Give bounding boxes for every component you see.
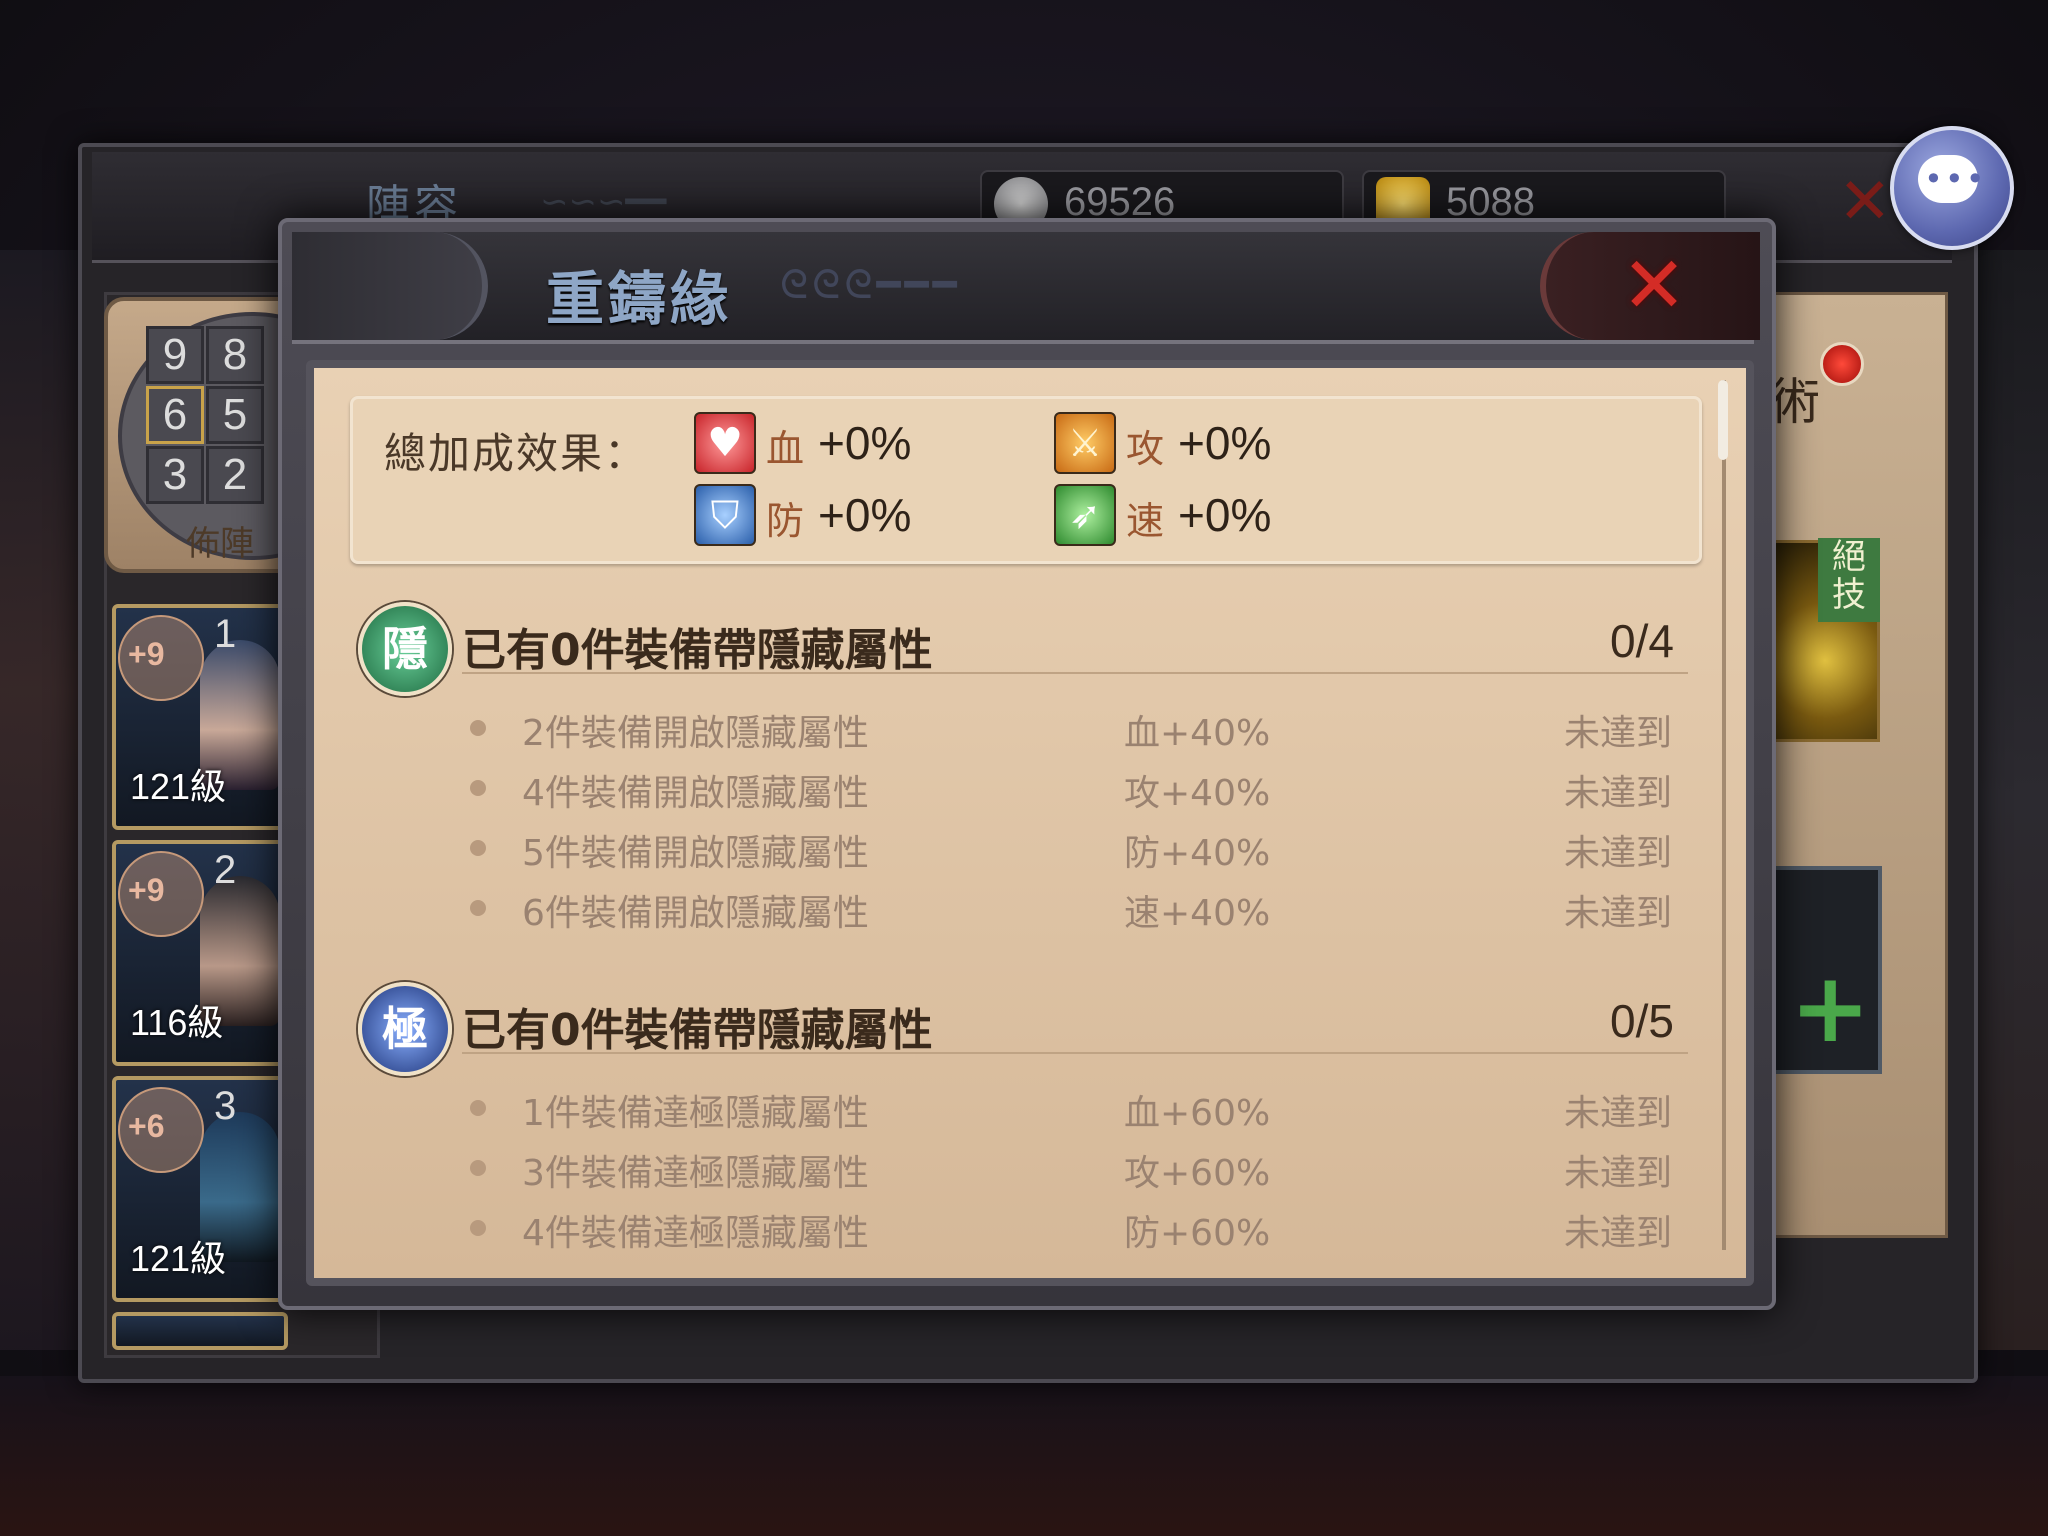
row-bonus: 防+60% bbox=[1124, 1213, 1271, 1254]
extreme-badge-icon: 極 bbox=[358, 982, 452, 1076]
row-desc: 5件裝備開啟隱藏屬性 bbox=[522, 833, 869, 874]
hero-level: 121級 bbox=[130, 1238, 227, 1279]
row-bonus: 防+40% bbox=[1124, 833, 1271, 874]
row-status: 未達到 bbox=[1564, 713, 1673, 754]
formation-cell: 8 bbox=[206, 326, 264, 384]
badge-text: 極 bbox=[382, 1002, 428, 1056]
boot-icon: ➶ bbox=[1054, 484, 1116, 546]
hero-plus: +9 bbox=[128, 636, 165, 672]
cloud-ornament: ᘓᘓᘓ━━━ bbox=[780, 262, 961, 308]
row-status: 未達到 bbox=[1564, 1213, 1673, 1254]
hero-plus: +6 bbox=[128, 1108, 165, 1144]
row-desc: 1件裝備達極隱藏屬性 bbox=[522, 1093, 869, 1134]
stat-value: +0% bbox=[818, 489, 912, 541]
row-status: 未達到 bbox=[1564, 893, 1673, 934]
hero-slot-number: 1 bbox=[214, 612, 237, 656]
formation-cell: 2 bbox=[206, 446, 264, 504]
section-title: 已有0件裝備帶隱藏屬性 bbox=[462, 1005, 933, 1056]
bullet-icon bbox=[470, 1160, 486, 1176]
notification-dot bbox=[1820, 342, 1864, 386]
row-status: 未達到 bbox=[1564, 773, 1673, 814]
formation-label: 佈陣 bbox=[186, 524, 254, 564]
heart-icon: ♥ bbox=[694, 412, 756, 474]
row-desc: 3件裝備達極隱藏屬性 bbox=[522, 1153, 869, 1194]
bullet-icon bbox=[470, 900, 486, 916]
section-count: 0/5 bbox=[1610, 995, 1674, 1047]
stat-name: 防 bbox=[766, 499, 805, 543]
formation-cell: 9 bbox=[146, 326, 204, 384]
row-status: 未達到 bbox=[1564, 1093, 1673, 1134]
cloud-ornament: ∽∽∽━━ bbox=[540, 182, 667, 222]
hero-level: 116級 bbox=[130, 1002, 224, 1043]
stat-name: 攻 bbox=[1126, 427, 1165, 471]
formation-cell: 6 bbox=[146, 386, 204, 444]
scrollbar-track bbox=[1722, 380, 1726, 1250]
row-bonus: 血+40% bbox=[1124, 713, 1271, 754]
bullet-icon bbox=[470, 1220, 486, 1236]
hero-plus: +9 bbox=[128, 872, 165, 908]
total-bonus-label: 總加成效果： bbox=[384, 429, 649, 478]
stat-name: 血 bbox=[766, 427, 805, 471]
background-floor bbox=[0, 1376, 2048, 1536]
stat-value: +0% bbox=[818, 417, 912, 469]
row-desc: 4件裝備達極隱藏屬性 bbox=[522, 1213, 869, 1254]
bullet-icon bbox=[470, 1100, 486, 1116]
hero-slot-number: 3 bbox=[214, 1084, 237, 1128]
row-desc: 4件裝備開啟隱藏屬性 bbox=[522, 773, 869, 814]
hero-slot-number: 2 bbox=[214, 848, 237, 892]
formation-cell: 3 bbox=[146, 446, 204, 504]
scrollbar-thumb[interactable] bbox=[1718, 380, 1728, 460]
row-status: 未達到 bbox=[1564, 1153, 1673, 1194]
row-bonus: 速+40% bbox=[1124, 893, 1271, 934]
chat-dots: ••• bbox=[1924, 160, 1987, 198]
bullet-icon bbox=[470, 840, 486, 856]
row-bonus: 攻+60% bbox=[1124, 1153, 1271, 1194]
lineup-close-icon[interactable]: ✕ bbox=[1838, 170, 1892, 234]
stat-value: +0% bbox=[1178, 489, 1272, 541]
formation-cell: 5 bbox=[206, 386, 264, 444]
badge-text: 隱 bbox=[382, 622, 428, 676]
close-icon[interactable]: ✕ bbox=[1618, 247, 1690, 325]
section-count: 0/4 bbox=[1610, 615, 1674, 667]
stat-value: +0% bbox=[1178, 417, 1272, 469]
add-icon: + bbox=[1790, 952, 1871, 1064]
skill-tag: 絕技 bbox=[1818, 538, 1880, 622]
section-divider bbox=[462, 1052, 1688, 1054]
sword-icon: ⚔ bbox=[1054, 412, 1116, 474]
row-desc: 2件裝備開啟隱藏屬性 bbox=[522, 713, 869, 754]
row-desc: 6件裝備開啟隱藏屬性 bbox=[522, 893, 869, 934]
section-title: 已有0件裝備帶隱藏屬性 bbox=[462, 625, 933, 676]
dialog-title: 重鑄緣 bbox=[546, 265, 733, 333]
bullet-icon bbox=[470, 720, 486, 736]
hero-level: 121級 bbox=[130, 766, 227, 807]
bullet-icon bbox=[470, 780, 486, 796]
row-status: 未達到 bbox=[1564, 833, 1673, 874]
row-bonus: 血+60% bbox=[1124, 1093, 1271, 1134]
header-ornament-left bbox=[292, 232, 488, 340]
skill-tab[interactable]: 術 bbox=[1770, 362, 1820, 434]
hero-card[interactable] bbox=[112, 1312, 288, 1350]
dialog-header bbox=[292, 232, 1754, 344]
row-bonus: 攻+40% bbox=[1124, 773, 1271, 814]
stat-name: 速 bbox=[1126, 499, 1165, 543]
shield-icon: ⛉ bbox=[694, 484, 756, 546]
hidden-badge-icon: 隱 bbox=[358, 602, 452, 696]
section-divider bbox=[462, 672, 1688, 674]
